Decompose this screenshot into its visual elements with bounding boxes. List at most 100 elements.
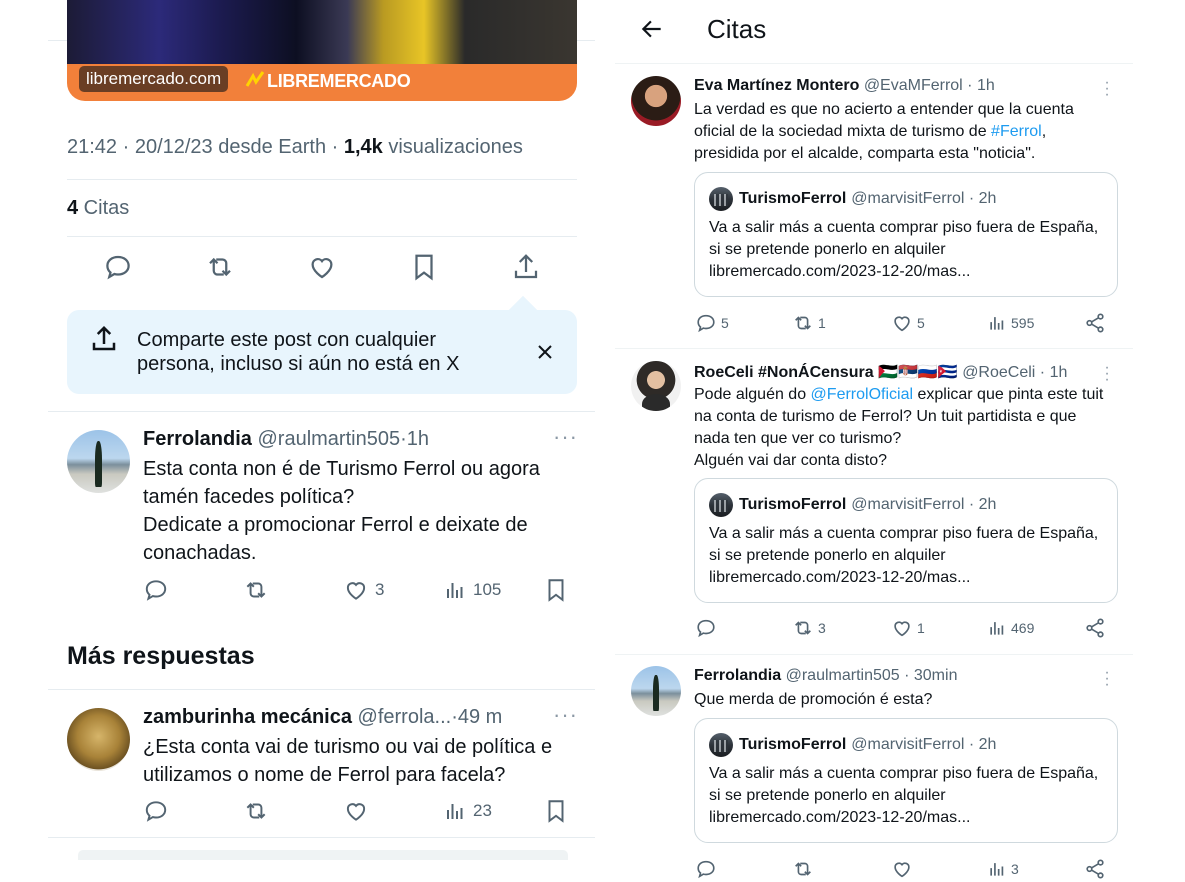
more-options-icon[interactable]: ··· (553, 424, 578, 450)
quoted-post-header: TurismoFerrol @marvisitFerrol · 2h (709, 493, 996, 517)
post-text: Que merda de promoción é esta? (694, 691, 933, 708)
author-name[interactable]: Ferrolandia (143, 428, 252, 450)
back-arrow-icon[interactable] (639, 16, 665, 42)
reply-button[interactable] (695, 617, 721, 639)
views-button[interactable]: 595 (987, 312, 1034, 334)
quoted-post-text: Va a salir más a cuenta comprar piso fue… (709, 765, 1099, 826)
author-name[interactable]: Eva Martínez Montero (694, 77, 859, 94)
reply-header: Ferrolandia @raulmartin505·1h (143, 428, 429, 451)
quoted-post-header: TurismoFerrol @marvisitFerrol · 2h (709, 187, 996, 211)
views-icon (990, 317, 1004, 330)
share-button[interactable] (1084, 617, 1110, 639)
author-handle[interactable]: @raulmartin505 · 30min (786, 667, 958, 684)
share-button[interactable] (1084, 312, 1110, 334)
bookmark-button[interactable] (543, 797, 575, 825)
share-icon (1086, 859, 1104, 879)
author-handle[interactable]: @ferrola... (358, 706, 452, 728)
repost-button[interactable]: 1 (792, 312, 826, 334)
reply-action-bar: 23 (143, 797, 573, 825)
reply-button[interactable] (143, 797, 175, 825)
like-icon (346, 803, 366, 821)
reply-button[interactable] (143, 576, 175, 604)
repost-button[interactable]: 3 (792, 617, 826, 639)
reply-header: zamburinha mecánica @ferrola...·49 m (143, 706, 502, 729)
reply-button[interactable] (695, 858, 721, 880)
views-icon (447, 804, 463, 819)
views-icon (990, 622, 1004, 635)
views-icon (447, 583, 463, 598)
views-button[interactable]: 105 (443, 576, 501, 604)
post-meta: 21:42 · 20/12/23 desde Earth · 1,4k visu… (67, 136, 523, 158)
repost-count: 1 (818, 315, 826, 331)
avatar[interactable] (631, 76, 681, 126)
divider (67, 179, 577, 180)
reply-text: ¿Esta conta vai de turismo ou vai de pol… (143, 736, 553, 786)
avatar[interactable] (631, 666, 681, 716)
like-button[interactable]: 5 (891, 312, 925, 334)
quotes-count-link[interactable]: 4 Citas (67, 197, 129, 220)
hashtag-link[interactable]: #Ferrol (991, 123, 1042, 140)
bookmark-icon (548, 800, 564, 823)
share-icon[interactable] (511, 252, 541, 282)
avatar[interactable] (67, 708, 130, 771)
like-button[interactable] (343, 797, 375, 825)
more-options-icon[interactable]: ··· (1104, 665, 1110, 693)
more-replies-heading: Más respuestas (67, 642, 255, 670)
share-upload-icon (89, 324, 119, 354)
mention-link[interactable]: @FerrolOficial (811, 386, 913, 403)
repost-button[interactable] (243, 576, 275, 604)
quoted-post-header: TurismoFerrol @marvisitFerrol · 2h (709, 733, 996, 757)
bookmark-button[interactable] (543, 576, 575, 604)
avatar[interactable] (67, 430, 130, 493)
views-button[interactable]: 3 (987, 858, 1019, 880)
author-name[interactable]: Ferrolandia (694, 667, 781, 684)
link-card-domain: libremercado.com (79, 66, 229, 92)
author-handle[interactable]: @EvaMFerrol · 1h (864, 77, 995, 94)
more-options-icon[interactable]: ··· (1104, 360, 1110, 388)
repost-icon (795, 862, 811, 876)
views-count: 23 (473, 801, 492, 820)
more-options-icon[interactable]: ··· (1104, 75, 1110, 103)
views-button[interactable]: 469 (987, 617, 1034, 639)
views-button[interactable]: 23 (443, 797, 492, 825)
repost-icon[interactable] (205, 252, 235, 282)
avatar (709, 733, 733, 757)
views-count: 105 (473, 580, 502, 599)
reply-button[interactable]: 5 (695, 312, 729, 334)
like-icon[interactable] (307, 252, 337, 282)
author-handle[interactable]: @raulmartin505 (257, 428, 400, 450)
post-time: ·1h (400, 428, 429, 450)
author-name[interactable]: RoeCeli #NonÁCensura 🇵🇸🇷🇸🇷🇺🇨🇺 (694, 364, 958, 381)
post-action-bar (67, 252, 577, 286)
repost-button[interactable] (243, 797, 275, 825)
views-count: 595 (1011, 315, 1035, 331)
like-button[interactable]: 3 (343, 576, 384, 604)
reply-text: Esta conta non é de Turismo Ferrol ou ag… (143, 458, 540, 564)
like-icon (346, 582, 366, 600)
divider (48, 411, 595, 412)
quoted-post[interactable]: TurismoFerrol @marvisitFerrol · 2h Va a s… (694, 718, 1118, 843)
repost-icon (246, 803, 266, 819)
link-card-brand: LIBREMERCADO (245, 70, 411, 92)
avatar[interactable] (631, 361, 681, 411)
quoted-post[interactable]: TurismoFerrol @marvisitFerrol · 2h Va a s… (694, 172, 1118, 297)
author-name[interactable]: zamburinha mecánica (143, 706, 352, 728)
reply-icon[interactable] (103, 252, 133, 282)
page-title: Citas (707, 14, 767, 44)
more-options-icon[interactable]: ··· (553, 702, 578, 728)
like-button[interactable]: 1 (891, 617, 925, 639)
divider (48, 689, 595, 690)
post-header: RoeCeli #NonÁCensura 🇵🇸🇷🇸🇷🇺🇨🇺 @RoeCeli ·… (694, 362, 1067, 382)
close-icon[interactable] (535, 342, 555, 362)
author-handle[interactable]: @RoeCeli · 1h (962, 364, 1067, 381)
bookmark-icon[interactable] (409, 252, 439, 282)
quoted-post[interactable]: TurismoFerrol @marvisitFerrol · 2h Va a s… (694, 478, 1118, 603)
repost-button[interactable] (792, 858, 818, 880)
divider (615, 654, 1133, 655)
share-icon (1086, 313, 1104, 333)
link-card[interactable]: libremercado.com LIBREMERCADO (67, 0, 577, 101)
like-icon (894, 862, 910, 878)
post-action-bar: 5 1 5 595 (695, 312, 1105, 334)
share-button[interactable] (1084, 858, 1110, 880)
like-button[interactable] (891, 858, 917, 880)
